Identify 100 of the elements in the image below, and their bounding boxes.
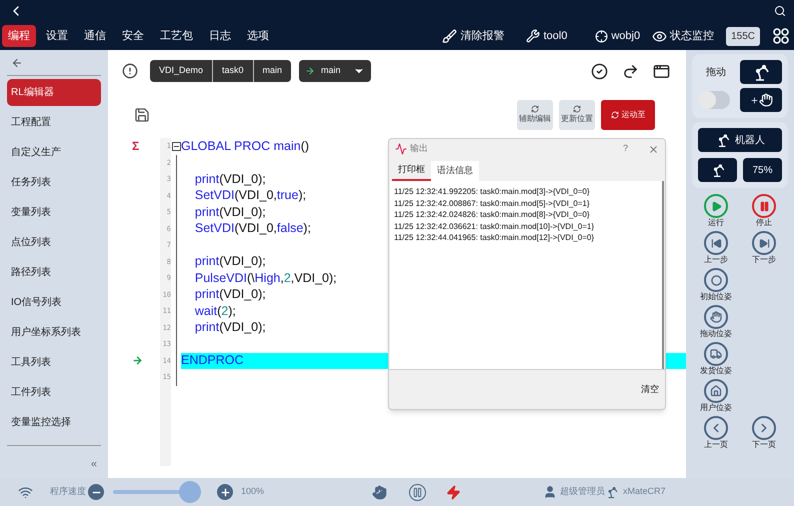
hand-icon[interactable] <box>372 484 388 500</box>
user-name: 超级管理员 <box>560 485 606 498</box>
robot-button[interactable] <box>740 60 782 84</box>
sidebar-item[interactable]: 工程配置 <box>7 109 101 136</box>
sidebar-item[interactable]: 路径列表 <box>7 259 101 286</box>
clear-button[interactable]: 清空 <box>641 382 659 396</box>
pause-icon[interactable] <box>409 484 426 500</box>
wifi-icon <box>18 484 33 500</box>
log-line: 11/25 12:32:42.024826: task0:main.mod[8]->{VDI_0=0} <box>394 209 591 221</box>
sidebar-item[interactable]: RL编辑器 <box>7 79 101 106</box>
robot-mode-button[interactable] <box>698 158 737 182</box>
refresh-icon <box>610 111 618 119</box>
drag-switch[interactable] <box>698 91 730 109</box>
control-label: 运行 <box>708 218 724 228</box>
menu-tab[interactable]: 选项 <box>241 25 275 47</box>
control-label: 停止 <box>756 218 772 228</box>
control-button[interactable] <box>704 194 728 218</box>
function-dropdown[interactable]: main <box>299 60 371 82</box>
control-label: 拖动位姿 <box>700 329 732 339</box>
menu-tab[interactable]: 设置 <box>40 25 74 47</box>
control-button[interactable] <box>704 231 728 255</box>
dialog-title: 输出 <box>410 142 428 156</box>
control-button[interactable] <box>752 194 776 218</box>
plus-icon <box>750 96 758 104</box>
control-button[interactable] <box>704 416 728 440</box>
sidebar-item[interactable]: 工具列表 <box>7 349 101 376</box>
lightning-icon <box>446 484 462 500</box>
control-label: 用户位姿 <box>700 403 732 413</box>
control-button[interactable] <box>704 305 728 329</box>
control-button[interactable] <box>752 231 776 255</box>
hand-icon <box>758 93 772 107</box>
speed-increase-button[interactable] <box>217 484 233 500</box>
breadcrumb-item[interactable]: main <box>254 60 292 82</box>
fold-icon[interactable] <box>172 142 180 151</box>
control-button[interactable] <box>704 379 728 403</box>
window-icon[interactable] <box>653 62 670 80</box>
pulse-logo-icon <box>395 143 407 155</box>
sidebar-item[interactable]: 用户坐标系列表 <box>7 319 101 346</box>
wobj-button[interactable]: wobj0 <box>595 28 640 44</box>
search-icon[interactable] <box>774 5 786 17</box>
sidebar-item[interactable]: 点位列表 <box>7 229 101 256</box>
slider-thumb[interactable] <box>179 481 201 503</box>
editor-button[interactable]: 更新位置 <box>559 100 595 130</box>
refresh-icon <box>531 105 539 113</box>
sidebar-item[interactable]: 变量列表 <box>7 199 101 226</box>
check-icon[interactable] <box>591 62 608 80</box>
code-line: print(VDI_0); <box>194 204 266 220</box>
menu-tab[interactable]: 编程 <box>2 25 36 47</box>
sidebar-item[interactable]: 工件列表 <box>7 379 101 406</box>
menu-tab[interactable]: 日志 <box>203 25 237 47</box>
add-hand-button[interactable] <box>740 88 782 112</box>
sidebar-item[interactable]: 自定义生产 <box>7 139 101 166</box>
warning-icon[interactable] <box>122 63 138 79</box>
apps-icon[interactable] <box>772 27 790 45</box>
speed-decrease-button[interactable] <box>88 484 104 500</box>
control-button[interactable] <box>752 416 776 440</box>
crosshair-icon <box>595 30 608 42</box>
control-label: 上一页 <box>704 440 728 450</box>
collapse-button[interactable]: « <box>90 456 97 472</box>
eye-icon <box>652 28 668 44</box>
close-icon[interactable] <box>648 144 659 154</box>
breadcrumb-item[interactable]: task0 <box>213 60 254 82</box>
user-icon <box>543 485 558 499</box>
menu-tab[interactable]: 安全 <box>116 25 150 47</box>
speed-label: 程序速度 <box>50 485 86 498</box>
menu-tab[interactable]: 工艺包 <box>154 25 199 47</box>
code-line: print(VDI_0); <box>194 320 266 336</box>
breadcrumb-item[interactable]: VDI_Demo <box>150 60 214 82</box>
breakpoint-marker: Σ <box>132 140 140 152</box>
save-icon[interactable] <box>134 107 150 123</box>
play-icon <box>710 200 722 212</box>
control-label: 下一页 <box>752 440 776 450</box>
code-line: print(VDI_0); <box>194 286 266 303</box>
control-button[interactable] <box>704 342 728 366</box>
circle-icon <box>710 274 722 286</box>
robot-select-button[interactable]: 机器人 <box>698 128 782 152</box>
sidebar-item[interactable]: IO信号列表 <box>7 289 101 316</box>
speed-slider[interactable] <box>113 481 201 503</box>
control-label: 发货位姿 <box>700 366 732 376</box>
house-icon <box>710 385 722 397</box>
menu-tab[interactable]: 通信 <box>78 25 112 47</box>
sidebar-item[interactable]: 任务列表 <box>7 169 101 196</box>
plus-icon <box>220 486 230 498</box>
code-line: wait(2); <box>194 303 236 320</box>
redo-icon[interactable] <box>622 62 639 80</box>
tool-button[interactable]: tool0 <box>526 28 568 44</box>
editor-button[interactable]: 辅助编辑 <box>517 100 553 130</box>
help-button[interactable]: ? <box>622 142 628 156</box>
control-button[interactable] <box>704 268 728 292</box>
editor-button[interactable]: 运动至 <box>601 100 655 130</box>
code-line: print(VDI_0); <box>194 254 266 270</box>
code-line: SetVDI(VDI_0,true); <box>194 188 306 204</box>
back-arrow-icon[interactable] <box>11 57 23 69</box>
code-line: print(VDI_0); <box>194 171 266 188</box>
speed-button[interactable]: 75% <box>743 158 782 182</box>
sidebar-item[interactable]: 变量监控选择 <box>7 409 101 436</box>
clear-alarm-button[interactable]: 清除报警 <box>442 28 504 44</box>
dialog-tab[interactable]: 语法信息 <box>431 161 479 181</box>
monitor-button[interactable]: 状态监控 <box>652 28 714 44</box>
log-line: 11/25 12:32:42.036621: task0:main.mod[10]->{VDI_0=1} <box>394 220 595 232</box>
